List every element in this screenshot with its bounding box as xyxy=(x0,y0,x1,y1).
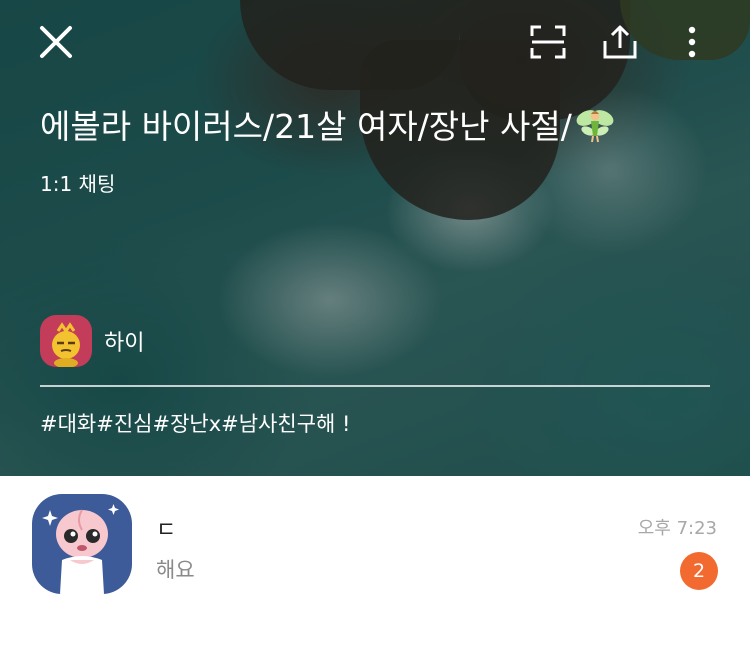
room-hashtags: #대화#진심#장난x#남사친구해 ! xyxy=(40,412,351,436)
close-icon xyxy=(40,26,72,58)
message-preview: 해요 xyxy=(156,558,195,582)
sender-name: ㄷ xyxy=(156,518,177,543)
room-title-text: 에볼라 바이러스/21살 여자/장난 사절/ xyxy=(40,107,572,146)
host-profile[interactable]: 하이 xyxy=(40,315,144,367)
share-button[interactable] xyxy=(598,20,642,64)
chat-room-header: 에볼라 바이러스/21살 여자/장난 사절/ 1:1 채팅 하이 #대화#진심#… xyxy=(0,0,750,476)
share-icon xyxy=(603,25,637,59)
character-icon xyxy=(52,322,80,367)
peach-character-icon xyxy=(42,504,119,594)
avatar[interactable] xyxy=(32,494,132,594)
message-time: 오후 7:23 xyxy=(637,518,717,539)
capture-button[interactable] xyxy=(526,20,570,64)
room-title: 에볼라 바이러스/21살 여자/장난 사절/ xyxy=(40,100,616,148)
host-name: 하이 xyxy=(104,331,145,356)
more-icon xyxy=(688,26,696,58)
unread-badge: 2 xyxy=(680,552,718,590)
chat-list-item[interactable]: ㄷ 해요 오후 7:23 2 xyxy=(0,476,750,658)
avatar[interactable] xyxy=(40,315,92,367)
room-type-label: 1:1 채팅 xyxy=(40,172,116,196)
fairy-emoji xyxy=(576,110,614,143)
divider xyxy=(40,385,710,387)
capture-icon xyxy=(530,25,566,59)
close-button[interactable] xyxy=(34,20,78,64)
more-options-button[interactable] xyxy=(670,20,714,64)
